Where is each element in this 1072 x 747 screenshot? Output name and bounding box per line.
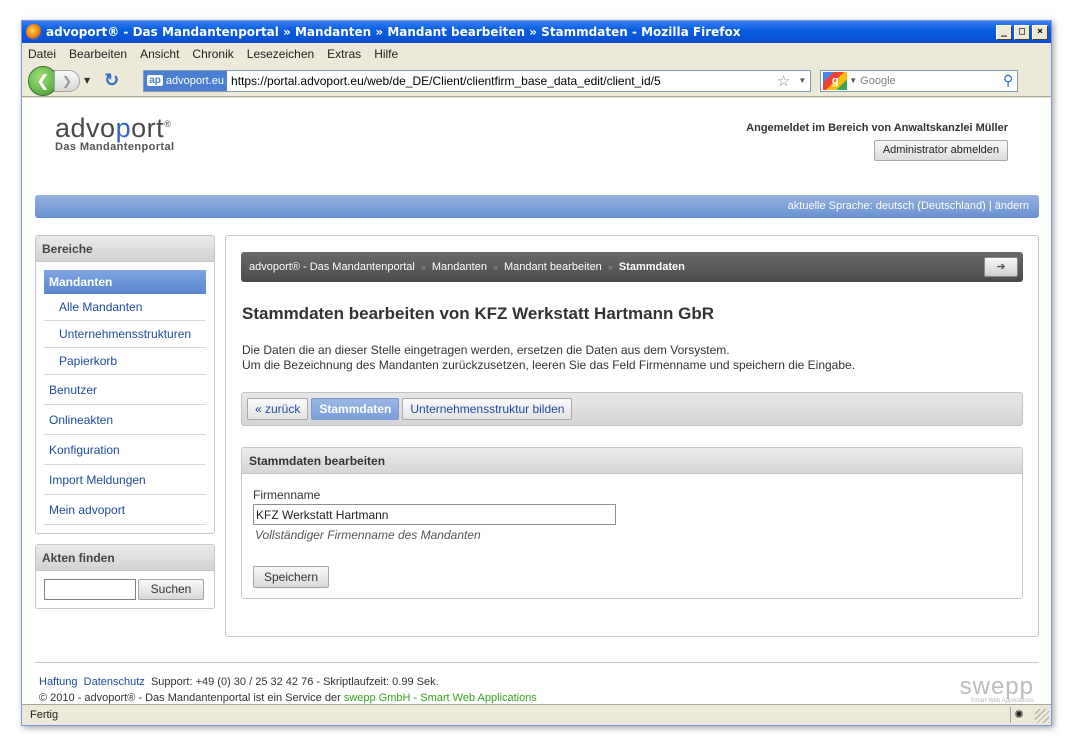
status-text: Fertig (30, 709, 59, 721)
tab-stammdaten[interactable]: Stammdaten (311, 398, 400, 420)
copyright-text: © 2010 - advoport® - Das Mandantenportal… (39, 692, 341, 704)
advoport-logo[interactable]: advoport® Das Mandantenportal (55, 113, 174, 153)
status-bar: Fertig ✺ (22, 704, 1051, 725)
logo-part-a: advo (55, 113, 116, 143)
search-placeholder[interactable]: Google (860, 75, 1003, 87)
window-title: advoport® - Das Mandantenportal » Mandan… (46, 25, 741, 39)
swepp-wordmark: swepp (959, 673, 1034, 700)
addon-icon[interactable]: ✺ (1010, 707, 1027, 723)
close-button[interactable]: × (1032, 24, 1048, 40)
description-line-1: Die Daten die an dieser Stelle eingetrag… (242, 343, 730, 357)
menu-ansicht[interactable]: Ansicht (140, 47, 179, 61)
site-name: advoport.eu (165, 74, 225, 87)
bookmark-star-icon[interactable]: ☆ (777, 72, 790, 90)
file-search-title: Akten finden (36, 545, 214, 571)
menu-datei[interactable]: Datei (28, 47, 56, 61)
url-dropdown-icon[interactable]: ▼ (798, 76, 806, 85)
maximize-button[interactable]: □ (1014, 24, 1030, 40)
sidebar-item-mandanten[interactable]: Mandanten (44, 270, 206, 294)
tab-unternehmensstruktur[interactable]: Unternehmensstruktur bilden (402, 398, 573, 420)
breadcrumb-separator: » (420, 262, 426, 272)
logo-reg: ® (164, 119, 172, 129)
footer-divider (35, 662, 1039, 663)
page-title: Stammdaten bearbeiten von KFZ Werkstatt … (242, 304, 714, 323)
forward-arrow-icon: ❯ (61, 73, 73, 88)
areas-title: Bereiche (36, 236, 214, 262)
language-bar[interactable]: aktuelle Sprache: deutsch (Deutschland) … (35, 195, 1039, 218)
back-arrow-icon: ❮ (36, 71, 50, 90)
resize-grip[interactable] (1035, 709, 1049, 723)
login-info: Angemeldet im Bereich von Anwaltskanzlei… (746, 122, 1008, 134)
menu-lesezeichen[interactable]: Lesezeichen (247, 47, 314, 61)
menu-bar: Datei Bearbeiten Ansicht Chronik Lesezei… (22, 43, 1051, 65)
datenschutz-link[interactable]: Datenschutz (84, 676, 145, 688)
page-description: Die Daten die an dieser Stelle eingetrag… (242, 343, 855, 373)
google-engine-icon[interactable]: g (823, 71, 848, 90)
haftung-link[interactable]: Haftung (39, 676, 78, 688)
description-line-2: Um die Bezeichnung des Mandanten zurückz… (242, 358, 856, 372)
menu-bearbeiten[interactable]: Bearbeiten (69, 47, 127, 61)
file-search-input[interactable] (44, 579, 136, 600)
menu-chronik[interactable]: Chronik (192, 47, 233, 61)
sidebar-item-import-meldungen[interactable]: Import Meldungen (44, 465, 206, 495)
breadcrumb: advoport® - Das Mandantenportal » Mandante… (241, 252, 1023, 282)
areas-box: Bereiche Mandanten Alle Mandanten Untern… (35, 235, 215, 534)
swepp-link[interactable]: swepp GmbH - Smart Web Applications (344, 692, 537, 704)
export-icon: ➜ (996, 261, 1006, 273)
firmenname-hint: Vollständiger Firmenname des Mandanten (255, 528, 481, 542)
back-tab[interactable]: « zurück (247, 398, 309, 420)
footer-line-1: Haftung Datenschutz Support: +49 (0) 30 … (39, 676, 439, 688)
save-button[interactable]: Speichern (253, 566, 330, 588)
search-bar[interactable]: g ▼ Google ⚲ (820, 69, 1019, 92)
file-search-box: Akten finden Suchen (35, 544, 215, 609)
sidebar-subitem-alle-mandanten[interactable]: Alle Mandanten (44, 294, 206, 321)
title-bar: advoport® - Das Mandantenportal » Mandan… (22, 21, 1051, 43)
navigation-toolbar: ❮ ❯ ▼ ↻ ap advoport.eu https://portal.adv… (22, 65, 1051, 97)
logo-tagline: Das Mandantenportal (55, 141, 175, 153)
menu-hilfe[interactable]: Hilfe (374, 47, 398, 61)
menu-extras[interactable]: Extras (327, 47, 361, 61)
forward-button[interactable]: ❯ (54, 69, 80, 92)
breadcrumb-current: Stammdaten (618, 261, 685, 273)
history-dropdown-icon[interactable]: ▼ (84, 76, 90, 85)
swepp-logo[interactable]: swepp Smart Web Applications (960, 673, 1034, 704)
reload-icon[interactable]: ↻ (104, 70, 119, 91)
sidebar-item-benutzer[interactable]: Benutzer (44, 375, 206, 405)
page-content: advoport® Das Mandantenportal Angemeldet… (22, 98, 1051, 706)
engine-dropdown-icon[interactable]: ▼ (849, 76, 857, 85)
action-tabs: « zurück Stammdaten Unternehmensstruktur… (241, 392, 1023, 426)
firmenname-label: Firmenname (253, 488, 321, 502)
site-identity-badge[interactable]: ap advoport.eu (144, 70, 228, 91)
sidebar-item-konfiguration[interactable]: Konfiguration (44, 435, 206, 465)
sidebar-item-onlineakten[interactable]: Onlineakten (44, 405, 206, 435)
edit-form: Stammdaten bearbeiten Firmenname Vollstä… (241, 447, 1023, 599)
sidebar: Bereiche Mandanten Alle Mandanten Untern… (35, 235, 215, 609)
sidebar-subitem-unternehmensstrukturen[interactable]: Unternehmensstrukturen (44, 321, 206, 348)
firefox-icon (26, 24, 42, 40)
export-button[interactable]: ➜ (984, 257, 1018, 277)
main-panel: advoport® - Das Mandantenportal » Mandante… (225, 235, 1039, 637)
firmenname-input[interactable] (253, 504, 616, 525)
logo-part-o: p (115, 113, 132, 143)
search-icon[interactable]: ⚲ (1003, 72, 1013, 89)
sidebar-subitem-papierkorb[interactable]: Papierkorb (44, 348, 206, 375)
breadcrumb-home[interactable]: advoport® - Das Mandantenportal (249, 261, 415, 273)
file-search-button[interactable]: Suchen (138, 579, 204, 600)
logo-part-b: ort (131, 113, 165, 143)
breadcrumb-separator: » (607, 262, 613, 272)
breadcrumb-mandant-bearbeiten[interactable]: Mandant bearbeiten (504, 261, 602, 273)
logo-wordmark: advoport® (55, 113, 174, 144)
url-text[interactable]: https://portal.advoport.eu/web/de_DE/Cli… (231, 74, 777, 88)
support-text: Support: +49 (0) 30 / 25 32 42 76 - Skri… (150, 676, 439, 688)
form-title: Stammdaten bearbeiten (242, 448, 1022, 474)
footer-line-2: © 2010 - advoport® - Das Mandantenportal… (39, 692, 537, 704)
minimize-button[interactable]: _ (996, 24, 1012, 40)
breadcrumb-separator: » (492, 262, 498, 272)
url-bar[interactable]: ap advoport.eu https://portal.advoport.eu… (143, 69, 812, 92)
sidebar-item-mein-advoport[interactable]: Mein advoport (44, 495, 206, 525)
browser-window: advoport® - Das Mandantenportal » Mandan… (21, 20, 1052, 726)
logout-button[interactable]: Administrator abmelden (873, 140, 1008, 161)
breadcrumb-mandanten[interactable]: Mandanten (432, 261, 487, 273)
site-short: ap (147, 75, 163, 86)
